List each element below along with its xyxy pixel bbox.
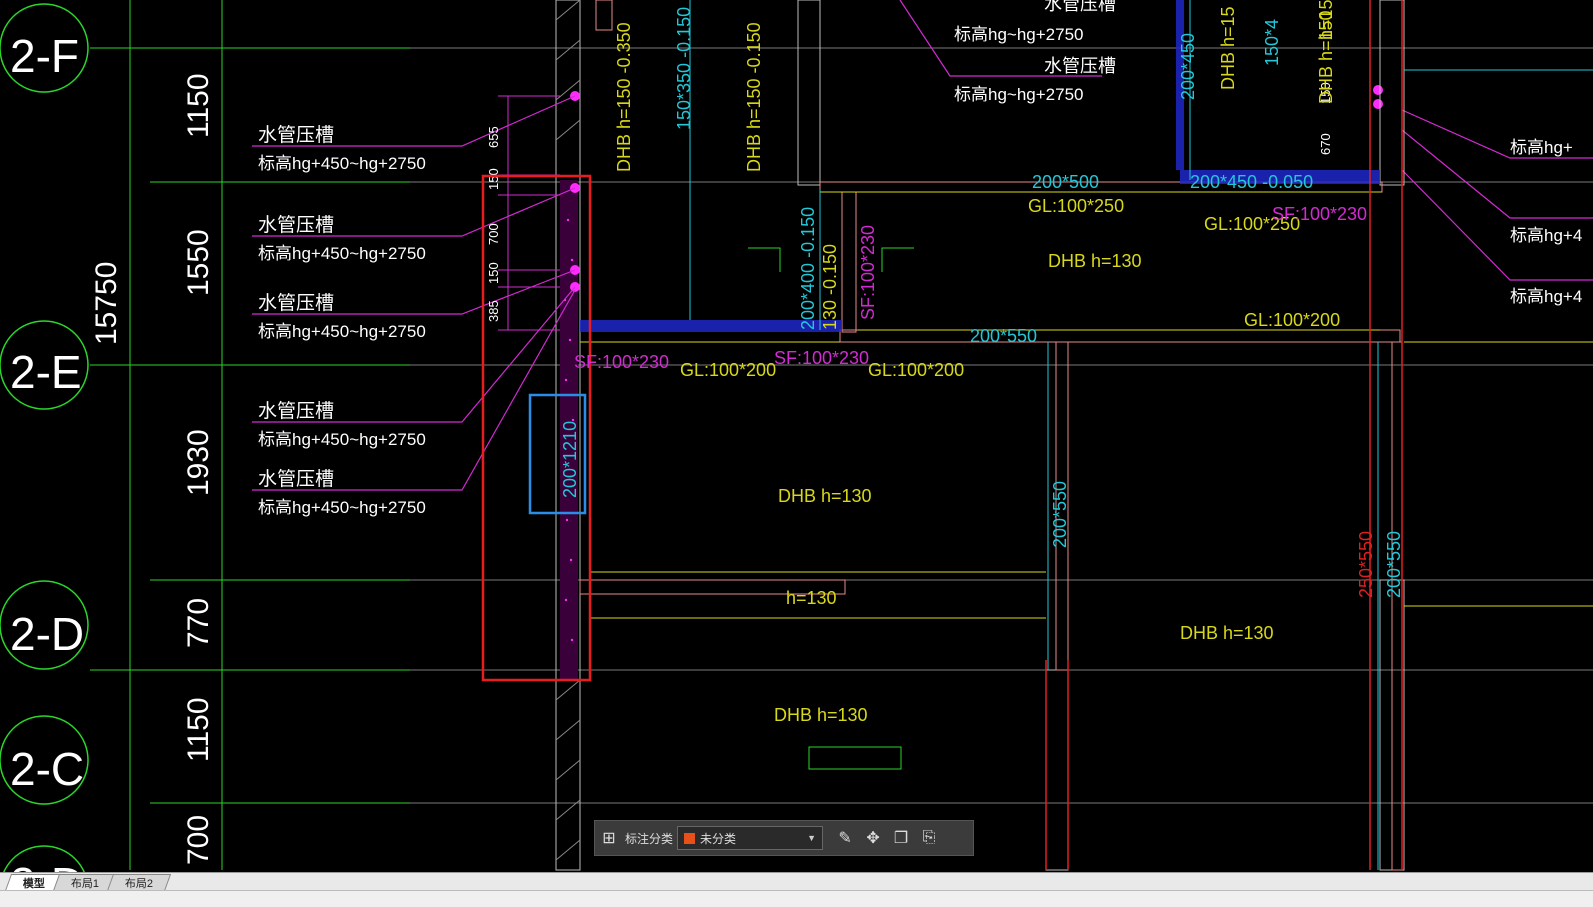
beam-label: h=150 (1316, 0, 1336, 40)
small-dimension: 150 (486, 262, 501, 284)
callout-title: 水管压槽 (258, 124, 334, 146)
cad-drawing-canvas[interactable]: 2-F 2-E 2-D 2-C 2-D 1150 1550 1930 770 1… (0, 0, 1593, 890)
beam-label: DHB h=150 -0.350 (614, 22, 634, 172)
callout-sub: 标高hg+450~hg+2750 (258, 154, 426, 173)
chevron-down-icon: ▼ (807, 833, 817, 843)
callout-title: 水管压槽 (258, 400, 334, 422)
beam-label: 200*500 (1032, 172, 1099, 192)
grid-menu-icon[interactable]: ⊞ (595, 824, 623, 852)
layout-tabs: 模型 布局1 布局2 (0, 872, 1593, 891)
copy-icon[interactable]: ❐ (887, 824, 915, 852)
axis-label: 2-D (10, 608, 84, 660)
axis-label: 2-F (10, 30, 79, 82)
beam-label: 200*550 (970, 326, 1037, 346)
beam-label: GL:100*200 (680, 360, 776, 380)
beam-label: 150*4 (1262, 19, 1282, 66)
slab-label: DHB h=130 (1180, 623, 1274, 643)
callout-sub: 标高hg+4 (1510, 287, 1582, 306)
dimension-text: 1930 (182, 429, 215, 496)
beam-label: 200*450 -0.050 (1190, 172, 1313, 192)
beam-label: 150*350 -0.150 (674, 7, 694, 130)
callout-title: 水管压槽 (1044, 0, 1116, 14)
beam-label: GL:100*250 (1028, 196, 1124, 216)
callout-sub: 标高hg+4 (1510, 226, 1582, 245)
move-icon[interactable]: ✥ (859, 824, 887, 852)
beam-label: 130 -0.150 (820, 244, 840, 330)
beam-label: SF:100*230 (858, 225, 878, 320)
slab-label: DHB h=130 (778, 486, 872, 506)
callout-sub: 标高hg+450~hg+2750 (258, 430, 426, 449)
slab-label: DHB h=130 (774, 705, 868, 725)
edit-icon[interactable]: ✎ (831, 824, 859, 852)
drawing-svg: 2-F 2-E 2-D 2-C 2-D 1150 1550 1930 770 1… (0, 0, 1593, 890)
beam-label: 200*550 (1384, 531, 1404, 598)
dimension-total: 15750 (90, 262, 123, 345)
beam-label: SF:100*230 (574, 352, 669, 372)
small-dimension: 385 (486, 300, 501, 322)
callout-sub: 标高hg+ (1510, 138, 1573, 157)
callout-sub: 标高hg~hg+2750 (954, 85, 1084, 104)
callout-sub: 标高hg+450~hg+2750 (258, 322, 426, 341)
beam-label: GL:100*200 (1244, 310, 1340, 330)
paste-icon[interactable]: ⎘ (915, 824, 943, 852)
small-dimension: 150 (486, 168, 501, 190)
dimension-text: 1150 (182, 73, 215, 138)
dimension-text: 1150 (182, 697, 215, 762)
category-selected: 未分类 (700, 831, 737, 846)
slab-label: DHB h=130 (1048, 251, 1142, 271)
slab-label: h=130 (786, 588, 837, 608)
beam-label: SF:100*230 (1272, 204, 1367, 224)
beam-label: 200*450 (1178, 33, 1198, 100)
beam-label: 250*550 (1356, 531, 1376, 598)
callout-title: 水管压槽 (258, 292, 334, 314)
callout-title: 水管压槽 (258, 468, 334, 490)
axis-label: 2-E (10, 346, 82, 398)
dimension-text: 1550 (182, 229, 215, 296)
small-dimension: 670 (1318, 133, 1333, 155)
callout-title: 水管压槽 (258, 214, 334, 236)
small-dimension: 655 (486, 126, 501, 148)
dimension-text: 770 (182, 598, 215, 648)
beam-label: 200*1210 (560, 421, 580, 498)
beam-label: DHB h=15 (1218, 6, 1238, 90)
beam-label: 200*400 -0.150 (798, 207, 818, 330)
annotation-category-label: 标注分类 (625, 831, 674, 846)
beam-label: SF:100*230 (774, 348, 869, 368)
beam-label: 200*550 (1050, 481, 1070, 548)
callout-sub: 标高hg+450~hg+2750 (258, 498, 426, 517)
dimension-text: 700 (182, 815, 215, 865)
category-color-swatch (684, 832, 696, 844)
status-strip (0, 890, 1593, 907)
small-dimension: 700 (486, 223, 501, 245)
callout-sub: 标高hg~hg+2750 (954, 25, 1084, 44)
axis-label: 2-C (10, 743, 84, 795)
callout-sub: 标高hg+450~hg+2750 (258, 244, 426, 263)
tab-layout2[interactable]: 布局2 (107, 874, 172, 891)
callout-title: 水管压槽 (1044, 56, 1116, 76)
annotation-category-select[interactable]: 未分类 ▼ (677, 826, 824, 850)
beam-label: GL:100*200 (868, 360, 964, 380)
annotation-toolbar: ⊞ 标注分类 未分类 ▼ ✎ ✥ ❐ ⎘ (594, 820, 974, 856)
beam-label: DHB h=150 -0.150 (744, 22, 764, 172)
